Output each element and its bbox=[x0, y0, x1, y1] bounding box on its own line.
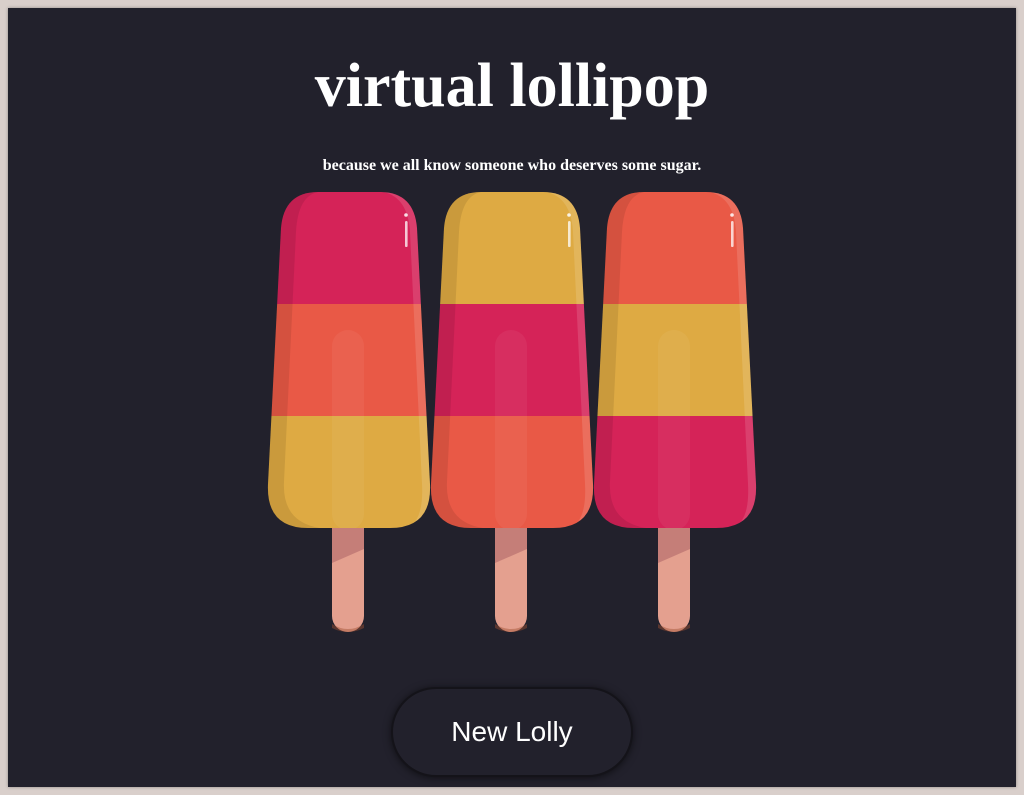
glint-dot bbox=[730, 213, 734, 217]
lolly-inner-glow bbox=[495, 330, 527, 528]
page-subtitle: because we all know someone who deserves… bbox=[322, 157, 702, 174]
glint-line bbox=[405, 221, 408, 247]
app-frame: virtual lollipop because we all know som… bbox=[8, 8, 1016, 787]
page-title: virtual lollipop bbox=[314, 52, 710, 120]
glint-line bbox=[731, 221, 734, 247]
glint-dot bbox=[567, 213, 571, 217]
lolly-group bbox=[266, 192, 766, 632]
glint-line bbox=[568, 221, 571, 247]
lolly-inner-glow bbox=[658, 330, 690, 528]
lolly-3 bbox=[592, 192, 758, 632]
lolly-1 bbox=[266, 192, 432, 632]
lolly-inner-glow bbox=[332, 330, 364, 528]
glint-dot bbox=[404, 213, 408, 217]
new-lolly-button[interactable]: New Lolly bbox=[391, 687, 633, 777]
lolly-2 bbox=[429, 192, 595, 632]
